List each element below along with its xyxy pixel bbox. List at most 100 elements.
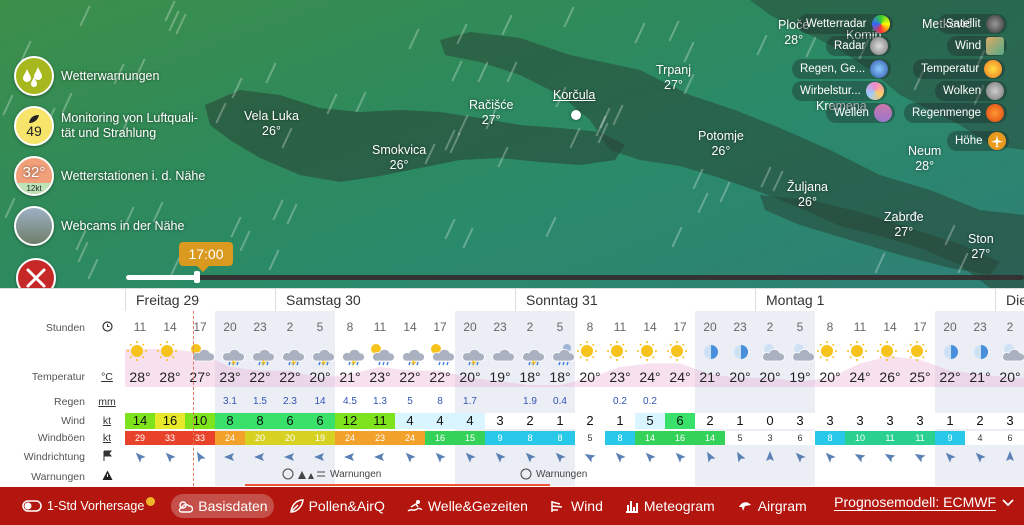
wind-cell: 3: [485, 413, 515, 429]
timeline-track[interactable]: [126, 275, 1024, 280]
timeline-handle[interactable]: [194, 271, 200, 283]
gust-cell: 8: [545, 431, 575, 445]
wind-arrow-icon: [995, 449, 1024, 465]
layer-rain-button[interactable]: Regen, Ge...: [792, 59, 892, 79]
location-pin[interactable]: [571, 110, 581, 120]
temperature-cell: 25°: [909, 369, 931, 385]
town-label[interactable]: Vela Luka 26°: [244, 109, 299, 139]
gust-unit[interactable]: kt: [96, 431, 118, 445]
town-label-selected[interactable]: Korčula: [553, 88, 595, 103]
town-label[interactable]: Trpanj 27°: [656, 63, 691, 93]
wind-cell: 14: [125, 413, 155, 429]
layer-temperature-button[interactable]: Temperatur: [913, 59, 1006, 79]
hour-cell: 17: [433, 320, 447, 334]
rain-cell: 1.3: [373, 396, 387, 407]
hour-cell: 2: [526, 320, 534, 334]
model-selector[interactable]: Prognosemodell: ECMWF: [834, 494, 1014, 511]
wind-arrow-icon: [515, 449, 545, 465]
rain-cell: 14: [314, 396, 326, 407]
hour-cell: 5: [796, 320, 804, 334]
bottom-navigation: 1-Std Vorhersage Basisdaten Pollen&AirQ …: [0, 487, 1024, 525]
layer-cyclone-button[interactable]: Wirbelstur...: [792, 81, 887, 101]
town-label[interactable]: Ston 27°: [968, 232, 994, 262]
temperature-cell: 26°: [879, 369, 901, 385]
tab-basisdaten[interactable]: Basisdaten: [171, 494, 274, 518]
air-quality-button[interactable]: 49 Monitoring von Luftquali- tät und Str…: [14, 106, 198, 146]
tab-pollen-airq[interactable]: Pollen&AirQ: [284, 494, 391, 518]
temperature-cell: 22°: [429, 369, 451, 385]
layer-radar-button[interactable]: Wetterradar: [798, 14, 893, 34]
warning-entry[interactable]: Warnungen: [520, 468, 587, 480]
label-wind-direction: Windrichtung: [23, 451, 85, 463]
temperature-cell: 19°: [489, 369, 511, 385]
wind-arrow-icon: [125, 449, 155, 465]
wind-cell: 3: [785, 413, 815, 429]
town-label[interactable]: Žuljana 26°: [787, 180, 828, 210]
town-label[interactable]: Neum 28°: [908, 144, 941, 174]
layer-wind-button[interactable]: Wind: [947, 36, 1008, 56]
cyclone-icon: [865, 82, 884, 100]
weather-icon-cloudnight: [755, 339, 785, 365]
layer-satellite-button[interactable]: Satellit: [938, 14, 1007, 34]
timeline-time-badge[interactable]: 17:00: [179, 242, 233, 272]
wind-cell: 6: [305, 413, 335, 429]
wind-cell: 1: [605, 413, 635, 429]
webcams-button[interactable]: Webcams in der Nähe: [14, 206, 184, 246]
label-warnings: Warnungen: [31, 471, 85, 483]
weather-icon-sun: [815, 339, 845, 365]
temperature-cell: 18°: [549, 369, 571, 385]
station-temp-badge: 32° 12kt: [14, 156, 54, 196]
wind-unit[interactable]: kt: [96, 414, 118, 428]
wind-cell: 6: [275, 413, 305, 429]
forecast-table[interactable]: Freitag 29 Samstag 30 Sonntag 31 Montag …: [0, 288, 1024, 487]
tab-wind[interactable]: Wind: [544, 494, 609, 518]
gust-cell: 23: [365, 431, 395, 445]
wind-arrow-icon: [785, 449, 815, 465]
raindrops-icon: [14, 56, 54, 96]
weather-warnings-label: Wetterwarnungen: [61, 68, 160, 83]
label-gusts: Windböen: [37, 432, 85, 444]
temp-unit[interactable]: °C: [96, 370, 118, 384]
day-header: Die: [995, 289, 1024, 311]
layer-altitude-button[interactable]: Höhe: [947, 131, 1009, 151]
waves-icon: [873, 104, 892, 122]
tab-welle-gezeiten[interactable]: Welle&Gezeiten: [401, 494, 534, 518]
weather-stations-button[interactable]: 32° 12kt Wetterstationen i. d. Nähe: [14, 156, 205, 196]
gust-cell: 24: [215, 431, 245, 445]
hour-cell: 14: [883, 320, 897, 334]
town-label[interactable]: Potomje 26°: [698, 129, 744, 159]
wind-cell: 4: [395, 413, 425, 429]
wind-cell: 4: [455, 413, 485, 429]
gust-cell: 5: [725, 431, 755, 445]
layer-rainfall-button[interactable]: Regenmenge: [904, 103, 1008, 123]
swimmer-icon: [407, 500, 423, 512]
wind-cell: 3: [845, 413, 875, 429]
temperature-cell: 28°: [159, 369, 181, 385]
town-label[interactable]: Zabrđe 27°: [884, 210, 924, 240]
wind-cell: 3: [875, 413, 905, 429]
wind-arrow-icon: [935, 449, 965, 465]
weather-icon-sun: [635, 339, 665, 365]
hour-cell: 17: [193, 320, 207, 334]
flag-icon: [96, 450, 118, 465]
tab-meteogram[interactable]: Meteogram: [619, 494, 721, 518]
rain-unit[interactable]: mm: [96, 395, 118, 409]
layer-radar2-button[interactable]: Radar: [826, 36, 892, 56]
hourly-forecast-toggle[interactable]: 1-Std Vorhersage: [16, 494, 161, 518]
wind-cell: 2: [575, 413, 605, 429]
weather-icon-storm: [305, 339, 335, 367]
town-label[interactable]: Račišće 27°: [469, 98, 513, 128]
label-wind: Wind: [61, 415, 85, 427]
weather-icon-storm: [335, 339, 365, 367]
hour-cell: 14: [403, 320, 417, 334]
warning-entry[interactable]: Warnungen: [282, 468, 381, 480]
wind-arrow-icon: [725, 449, 755, 465]
gust-cell: 5: [575, 431, 605, 445]
layer-waves-button[interactable]: Wellen: [826, 103, 895, 123]
layer-clouds-button[interactable]: Wolken: [935, 81, 1008, 101]
weather-warnings-button[interactable]: Wetterwarnungen: [14, 56, 159, 96]
town-label[interactable]: Smokvica 26°: [372, 143, 426, 173]
tab-airgram[interactable]: Airgram: [731, 494, 813, 518]
wind-cell: 3: [905, 413, 935, 429]
weather-map[interactable]: Vela Luka 26° Smokvica 26° Račišće 27° Korč…: [0, 0, 1024, 288]
